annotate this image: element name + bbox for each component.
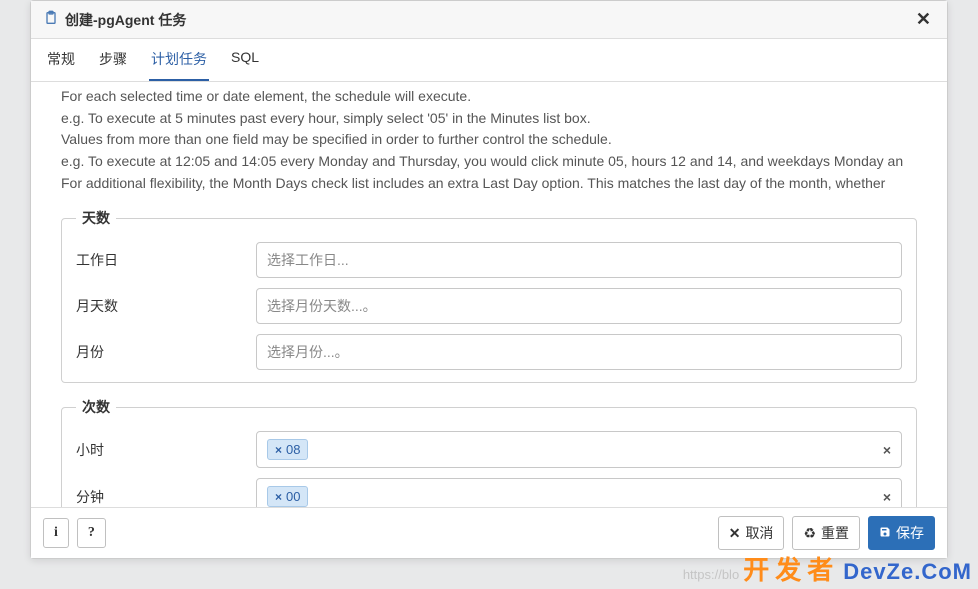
desc-line: For each selected time or date element, … [61, 86, 917, 108]
placeholder-text: 选择月份...。 [267, 342, 349, 362]
select-hour[interactable]: × 08 × [256, 431, 902, 468]
desc-line: Values from more than one field may be s… [61, 129, 917, 151]
tab-general[interactable]: 常规 [45, 39, 77, 81]
tag-hour: × 08 [267, 439, 308, 460]
placeholder-text: 选择月份天数...。 [267, 296, 377, 316]
label-monthday: 月天数 [76, 296, 256, 316]
select-weekday[interactable]: 选择工作日... [256, 242, 902, 278]
fieldset-days: 天数 工作日 选择工作日... 月天数 选择月份天数...。 月份 选择月份..… [61, 208, 917, 383]
tab-steps[interactable]: 步骤 [97, 39, 129, 81]
tab-sql[interactable]: SQL [229, 39, 261, 81]
desc-line: For additional flexibility, the Month Da… [61, 173, 917, 195]
tag-remove-icon[interactable]: × [275, 443, 282, 457]
row-monthday: 月天数 选择月份天数...。 [76, 288, 902, 324]
label-weekday: 工作日 [76, 250, 256, 270]
watermark-url: https://blo [683, 567, 739, 582]
label-minute: 分钟 [76, 487, 256, 507]
row-minute: 分钟 × 00 × [76, 478, 902, 507]
tag-label: 00 [286, 489, 300, 504]
row-hour: 小时 × 08 × [76, 431, 902, 468]
dialog-header: 创建-pgAgent 任务 ✕ [31, 1, 947, 39]
reset-button[interactable]: ♻ 重置 [792, 516, 860, 550]
cancel-button[interactable]: ✕ 取消 [718, 516, 785, 550]
close-icon[interactable]: ✕ [912, 9, 935, 30]
dialog-title: 创建-pgAgent 任务 [65, 10, 186, 30]
dialog-footer: i ? ✕ 取消 ♻ 重置 保存 [31, 507, 947, 558]
clear-all-icon[interactable]: × [875, 442, 891, 458]
desc-line: e.g. To execute at 5 minutes past every … [61, 108, 917, 130]
info-button[interactable]: i [43, 518, 69, 548]
placeholder-text: 选择工作日... [267, 250, 349, 270]
tag-remove-icon[interactable]: × [275, 490, 282, 504]
watermark-en: DevZe.CoM [843, 559, 972, 585]
fieldset-times-legend: 次数 [76, 397, 116, 417]
select-minute[interactable]: × 00 × [256, 478, 902, 507]
close-icon: ✕ [729, 525, 741, 542]
label-month: 月份 [76, 342, 256, 362]
recycle-icon: ♻ [803, 525, 816, 542]
select-month[interactable]: 选择月份...。 [256, 334, 902, 370]
dialog: 创建-pgAgent 任务 ✕ 常规 步骤 计划任务 SQL For each … [30, 0, 948, 559]
fieldset-days-legend: 天数 [76, 208, 116, 228]
tag-minute: × 00 [267, 486, 308, 507]
tab-schedule[interactable]: 计划任务 [149, 39, 209, 81]
button-label: 保存 [896, 523, 924, 543]
row-weekday: 工作日 选择工作日... [76, 242, 902, 278]
clear-all-icon[interactable]: × [875, 489, 891, 505]
save-button[interactable]: 保存 [868, 516, 935, 550]
schedule-description: For each selected time or date element, … [61, 86, 917, 194]
tabs: 常规 步骤 计划任务 SQL [31, 39, 947, 82]
help-icon: ? [88, 525, 95, 541]
save-icon [879, 525, 891, 541]
select-monthday[interactable]: 选择月份天数...。 [256, 288, 902, 324]
tag-label: 08 [286, 442, 300, 457]
info-icon: i [54, 525, 58, 541]
dialog-body[interactable]: For each selected time or date element, … [31, 82, 947, 507]
clipboard-icon [43, 10, 59, 29]
help-button[interactable]: ? [77, 518, 106, 548]
desc-line: e.g. To execute at 12:05 and 14:05 every… [61, 151, 917, 173]
button-label: 重置 [821, 523, 849, 543]
button-label: 取消 [745, 523, 773, 543]
dialog-title-wrap: 创建-pgAgent 任务 [43, 10, 186, 30]
fieldset-times: 次数 小时 × 08 × 分钟 × 00 × [61, 397, 917, 507]
row-month: 月份 选择月份...。 [76, 334, 902, 370]
label-hour: 小时 [76, 440, 256, 460]
